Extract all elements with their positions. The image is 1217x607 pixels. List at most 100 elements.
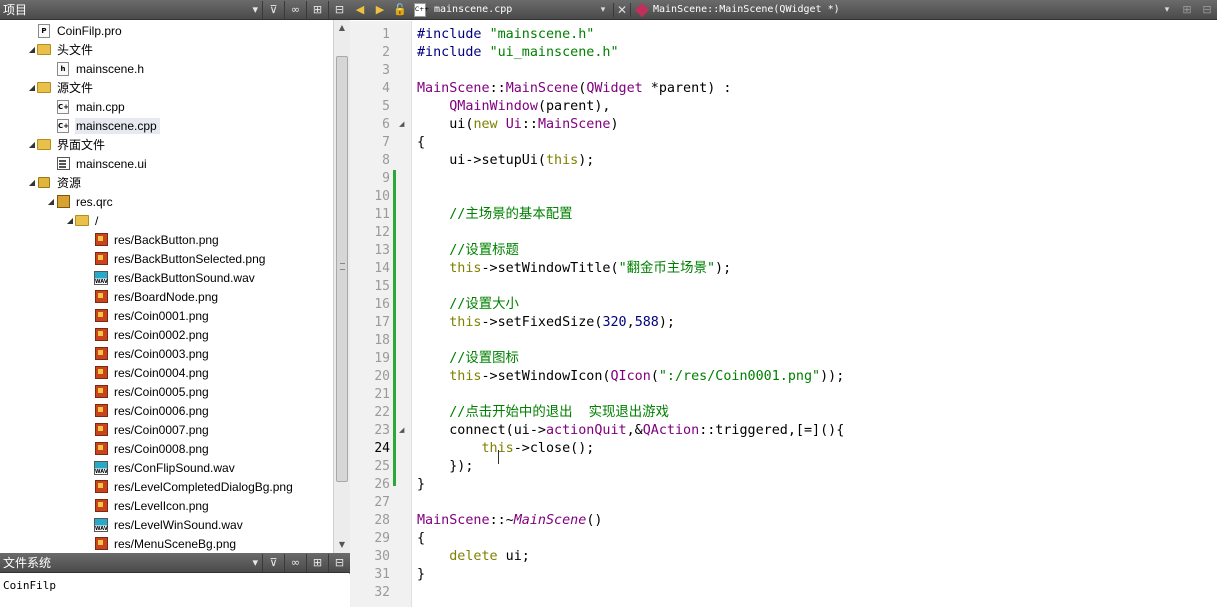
- code-line[interactable]: ui->setupUi(this);: [417, 152, 594, 170]
- scroll-down-icon[interactable]: ▼: [334, 537, 350, 553]
- tree-item[interactable]: res/Coin0008.png: [84, 439, 212, 458]
- tree-item[interactable]: C+ main.cpp: [46, 97, 128, 116]
- split-icon[interactable]: ⊞: [306, 0, 328, 19]
- tree-item[interactable]: res/Coin0003.png: [84, 344, 212, 363]
- line-number: 11: [374, 207, 390, 222]
- view-selector-dropdown-icon[interactable]: ▾: [214, 1, 262, 19]
- code-line[interactable]: MainScene::~MainScene(): [417, 512, 602, 530]
- tree-item[interactable]: C+ mainscene.cpp: [46, 116, 160, 135]
- tree-item[interactable]: ◢ res.qrc: [46, 192, 116, 211]
- tree-item[interactable]: res/BackButtonSelected.png: [84, 249, 268, 268]
- line-number: 21: [374, 387, 390, 402]
- line-number: 12: [374, 225, 390, 240]
- code-line[interactable]: {: [417, 134, 425, 152]
- code-token: connect(ui->: [417, 423, 546, 438]
- tree-item[interactable]: res/Coin0005.png: [84, 382, 212, 401]
- code-line[interactable]: delete ui;: [417, 548, 530, 566]
- chevron-down-icon[interactable]: ▾: [1157, 5, 1177, 15]
- line-number: 10: [374, 189, 390, 204]
- expand-arrow-icon[interactable]: ◢: [46, 197, 56, 206]
- filter-icon[interactable]: ⊽: [262, 0, 284, 19]
- tree-item[interactable]: res/Coin0002.png: [84, 325, 212, 344]
- tree-item[interactable]: ◢ 资源: [27, 173, 84, 192]
- code-line[interactable]: }: [417, 566, 425, 584]
- code-line[interactable]: ui(new Ui::MainScene): [417, 116, 618, 134]
- code-line[interactable]: this->setWindowTitle("翻金币主场景");: [417, 260, 731, 278]
- tree-item[interactable]: P CoinFilp.pro: [27, 21, 125, 40]
- tree-item[interactable]: res/Coin0004.png: [84, 363, 212, 382]
- expand-arrow-icon[interactable]: ◢: [27, 83, 37, 92]
- code-token: Ui: [505, 117, 522, 132]
- filesystem-path[interactable]: CoinFilp: [3, 579, 56, 592]
- fold-marker-icon[interactable]: ◢: [399, 426, 404, 434]
- close-document-icon[interactable]: ✕: [613, 2, 631, 17]
- chevron-down-icon[interactable]: ▾: [593, 5, 613, 15]
- project-tree-scrollbar[interactable]: ▲ ▼: [333, 20, 350, 553]
- tree-item[interactable]: ◢ 头文件: [27, 40, 96, 59]
- expand-arrow-icon[interactable]: ◢: [65, 216, 75, 225]
- code-line[interactable]: #include "mainscene.h": [417, 26, 594, 44]
- line-number-gutter: 1 2 3 4 5 6 ◢ 7 8 9 10 11 12 13 14 15 16 17 18 19 20 21 22 23 ◢ 2…: [350, 21, 412, 607]
- tree-item[interactable]: WAV res/LevelWinSound.wav: [84, 515, 246, 534]
- tree-item[interactable]: res/LevelCompletedDialogBg.png: [84, 477, 296, 496]
- tree-item[interactable]: WAV res/BackButtonSound.wav: [84, 268, 258, 287]
- tree-item-label: res/Coin0008.png: [114, 441, 209, 456]
- code-line[interactable]: //设置大小: [417, 296, 519, 314]
- code-line[interactable]: //主场景的基本配置: [417, 206, 572, 224]
- tree-item[interactable]: res/BoardNode.png: [84, 287, 221, 306]
- symbol-selector[interactable]: MainScene::MainScene(QWidget *): [631, 2, 1157, 17]
- lock-icon[interactable]: 🔓: [390, 0, 410, 20]
- code-editor[interactable]: #include "mainscene.h" #include "ui_mains…: [413, 21, 1217, 607]
- tree-item[interactable]: mainscene.ui: [46, 154, 150, 173]
- tree-item-label: res/BackButtonSound.wav: [114, 270, 255, 285]
- tree-item[interactable]: res/MenuSceneBg.png: [84, 534, 239, 553]
- view-selector-dropdown-icon[interactable]: ▾: [214, 554, 262, 572]
- scroll-up-icon[interactable]: ▲: [334, 20, 350, 36]
- back-arrow-icon[interactable]: ◀: [350, 0, 370, 20]
- tree-item[interactable]: h mainscene.h: [46, 59, 147, 78]
- code-line[interactable]: this->close();: [417, 440, 595, 458]
- code-line[interactable]: }: [417, 476, 425, 494]
- tree-item[interactable]: ◢ 源文件: [27, 78, 96, 97]
- tree-item[interactable]: res/Coin0001.png: [84, 306, 212, 325]
- code-line[interactable]: this->setFixedSize(320,588);: [417, 314, 675, 332]
- tree-item[interactable]: WAV res/ConFlipSound.wav: [84, 458, 238, 477]
- code-line[interactable]: //设置标题: [417, 242, 519, 260]
- expand-arrow-icon[interactable]: ◢: [27, 178, 37, 187]
- close-panel-icon[interactable]: ⊟: [328, 0, 350, 19]
- code-line[interactable]: connect(ui->actionQuit,&QAction::trigger…: [417, 422, 844, 440]
- code-line[interactable]: MainScene::MainScene(QWidget *parent) :: [417, 80, 731, 98]
- split-icon[interactable]: ⊞: [306, 553, 328, 572]
- link-icon[interactable]: ∞: [284, 553, 306, 572]
- tree-item[interactable]: res/Coin0006.png: [84, 401, 212, 420]
- close-split-icon[interactable]: ⊟: [1197, 0, 1217, 20]
- code-line[interactable]: #include "ui_mainscene.h": [417, 44, 619, 62]
- scrollbar-thumb[interactable]: [336, 56, 348, 482]
- link-icon[interactable]: ∞: [284, 0, 306, 19]
- code-line[interactable]: //设置图标: [417, 350, 519, 368]
- code-line[interactable]: });: [417, 458, 473, 476]
- close-panel-icon[interactable]: ⊟: [328, 553, 350, 572]
- resources-folder-icon: [37, 176, 51, 190]
- code-line[interactable]: this->setWindowIcon(QIcon(":/res/Coin000…: [417, 368, 844, 386]
- line-number: 25: [374, 459, 390, 474]
- project-tree[interactable]: P CoinFilp.pro ◢ 头文件 h mainscene.h ◢ 源文件 C+ main.…: [0, 20, 333, 553]
- tree-item[interactable]: res/LevelIcon.png: [84, 496, 212, 515]
- document-selector[interactable]: C++ mainscene.cpp: [410, 0, 593, 20]
- line-number: 7: [382, 135, 390, 150]
- tree-item[interactable]: ◢ /: [65, 211, 101, 230]
- code-line[interactable]: QMainWindow(parent),: [417, 98, 610, 116]
- tree-item[interactable]: res/BackButton.png: [84, 230, 222, 249]
- expand-arrow-icon[interactable]: ◢: [27, 140, 37, 149]
- code-line[interactable]: {: [417, 530, 425, 548]
- tree-item[interactable]: res/Coin0007.png: [84, 420, 212, 439]
- forward-arrow-icon[interactable]: ▶: [370, 0, 390, 20]
- tree-item[interactable]: ◢ 界面文件: [27, 135, 108, 154]
- fold-marker-icon[interactable]: ◢: [399, 120, 404, 128]
- expand-arrow-icon[interactable]: ◢: [27, 45, 37, 54]
- split-icon[interactable]: ⊞: [1177, 0, 1197, 20]
- tree-item-label: /: [95, 213, 99, 228]
- code-line[interactable]: //点击开始中的退出 实现退出游戏: [417, 404, 669, 422]
- filter-icon[interactable]: ⊽: [262, 553, 284, 572]
